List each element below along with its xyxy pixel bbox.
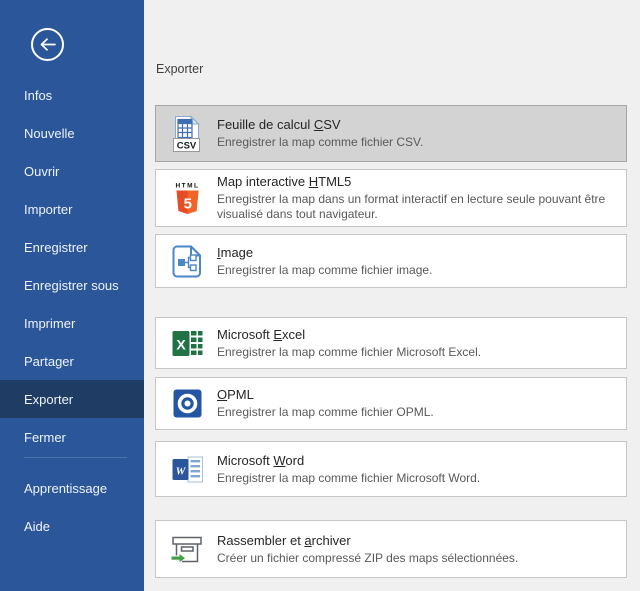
sidebar-item-importer[interactable]: Importer xyxy=(0,190,144,228)
back-arrow-icon xyxy=(39,38,56,51)
word-icon: W xyxy=(168,455,206,484)
sidebar-nav: Infos Nouvelle Ouvrir Importer Enregistr… xyxy=(0,76,144,545)
export-option-text: OPML Enregistrer la map comme fichier OP… xyxy=(217,387,434,420)
svg-text:CSV: CSV xyxy=(176,140,196,151)
export-option-html5[interactable]: HTML 5 Map interactive HTML5 Enregistrer… xyxy=(155,169,627,227)
export-option-excel[interactable]: X Microsoft Excel Enregistrer la map com… xyxy=(155,317,627,369)
backstage-sidebar: Infos Nouvelle Ouvrir Importer Enregistr… xyxy=(0,0,144,591)
export-option-title: Map interactive HTML5 xyxy=(217,174,616,190)
export-option-title: Microsoft Excel xyxy=(217,327,481,343)
export-option-description: Enregistrer la map comme fichier image. xyxy=(217,263,432,278)
export-option-description: Enregistrer la map comme fichier Microso… xyxy=(217,471,480,486)
sidebar-item-label: Ouvrir xyxy=(24,164,59,179)
html5-icon: HTML 5 xyxy=(168,180,206,217)
sidebar-item-exporter[interactable]: Exporter xyxy=(0,380,144,418)
export-option-title: Image xyxy=(217,245,432,261)
export-option-text: Map interactive HTML5 Enregistrer la map… xyxy=(217,174,616,222)
svg-text:W: W xyxy=(175,465,186,477)
export-option-text: Feuille de calcul CSV Enregistrer la map… xyxy=(217,117,423,150)
sidebar-item-apprentissage[interactable]: Apprentissage xyxy=(0,469,144,507)
sidebar-item-enregistrer[interactable]: Enregistrer xyxy=(0,228,144,266)
sidebar-item-label: Fermer xyxy=(24,430,66,445)
sidebar-item-enregistrer-sous[interactable]: Enregistrer sous xyxy=(0,266,144,304)
backstage-view: Infos Nouvelle Ouvrir Importer Enregistr… xyxy=(0,0,640,591)
sidebar-divider xyxy=(24,457,127,458)
sidebar-item-ouvrir[interactable]: Ouvrir xyxy=(0,152,144,190)
sidebar-item-aide[interactable]: Aide xyxy=(0,507,144,545)
svg-text:HTML: HTML xyxy=(175,182,199,189)
export-option-pack-and-go[interactable]: Rassembler et archiver Créer un fichier … xyxy=(155,520,627,578)
export-option-text: Microsoft Word Enregistrer la map comme … xyxy=(217,453,480,486)
csv-spreadsheet-icon: CSV xyxy=(168,114,206,154)
sidebar-item-infos[interactable]: Infos xyxy=(0,76,144,114)
image-file-icon xyxy=(168,245,206,278)
sidebar-item-label: Infos xyxy=(24,88,52,103)
export-option-description: Enregistrer la map dans un format intera… xyxy=(217,192,616,222)
sidebar-item-label: Enregistrer xyxy=(24,240,88,255)
sidebar-item-label: Enregistrer sous xyxy=(24,278,119,293)
sidebar-item-label: Nouvelle xyxy=(24,126,75,141)
export-option-title: Rassembler et archiver xyxy=(217,533,518,549)
svg-text:5: 5 xyxy=(183,195,191,212)
sidebar-item-label: Apprentissage xyxy=(24,481,107,496)
export-option-opml[interactable]: OPML Enregistrer la map comme fichier OP… xyxy=(155,377,627,430)
export-option-description: Enregistrer la map comme fichier CSV. xyxy=(217,135,423,150)
sidebar-item-label: Aide xyxy=(24,519,50,534)
sidebar-item-fermer[interactable]: Fermer xyxy=(0,418,144,456)
sidebar-item-label: Partager xyxy=(24,354,74,369)
sidebar-item-partager[interactable]: Partager xyxy=(0,342,144,380)
sidebar-item-imprimer[interactable]: Imprimer xyxy=(0,304,144,342)
excel-icon: X xyxy=(168,329,206,358)
export-option-description: Enregistrer la map comme fichier OPML. xyxy=(217,405,434,420)
export-option-title: Microsoft Word xyxy=(217,453,480,469)
sidebar-item-label: Imprimer xyxy=(24,316,75,331)
export-option-image[interactable]: Image Enregistrer la map comme fichier i… xyxy=(155,234,627,288)
export-option-description: Créer un fichier compressé ZIP des maps … xyxy=(217,551,518,566)
export-option-text: Image Enregistrer la map comme fichier i… xyxy=(217,245,432,278)
export-option-title: OPML xyxy=(217,387,434,403)
sidebar-item-label: Importer xyxy=(24,202,72,217)
export-panel: Exporter CSV xyxy=(144,0,640,591)
export-option-text: Microsoft Excel Enregistrer la map comme… xyxy=(217,327,481,360)
opml-icon xyxy=(168,389,206,418)
archive-icon xyxy=(168,533,206,565)
page-title: Exporter xyxy=(155,62,627,76)
export-option-description: Enregistrer la map comme fichier Microso… xyxy=(217,345,481,360)
export-option-text: Rassembler et archiver Créer un fichier … xyxy=(217,533,518,566)
sidebar-item-nouvelle[interactable]: Nouvelle xyxy=(0,114,144,152)
svg-text:X: X xyxy=(176,336,186,352)
export-option-title: Feuille de calcul CSV xyxy=(217,117,423,133)
export-option-word[interactable]: W Microsoft Word Enregistrer la map comm… xyxy=(155,441,627,497)
export-options-list: CSV Feuille de calcul CSV Enregistrer la… xyxy=(155,105,627,578)
sidebar-item-label: Exporter xyxy=(24,392,73,407)
back-button[interactable] xyxy=(31,28,64,61)
export-option-csv[interactable]: CSV Feuille de calcul CSV Enregistrer la… xyxy=(155,105,627,162)
